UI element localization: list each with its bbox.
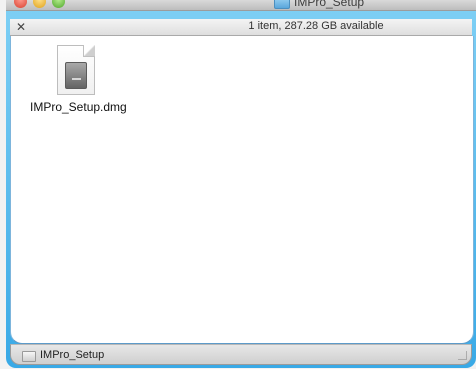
toolbar: ✕ 1 item, 287.28 GB available <box>10 19 472 36</box>
page-fold-icon <box>83 45 95 57</box>
minimize-button[interactable] <box>33 0 46 8</box>
window-title-group: IMPro_Setup <box>274 0 364 9</box>
path-bar: IMPro_Setup <box>10 344 472 365</box>
window-title: IMPro_Setup <box>294 0 365 9</box>
drive-slot-icon <box>72 78 81 80</box>
dmg-file-icon[interactable] <box>57 45 95 95</box>
disk-image-icon <box>65 62 87 89</box>
folder-icon <box>274 0 290 9</box>
title-bar[interactable]: IMPro_Setup <box>6 0 476 11</box>
close-button[interactable] <box>14 0 27 8</box>
zoom-button[interactable] <box>52 0 65 8</box>
finder-window: IMPro_Setup ✕ 1 item, 287.28 GB availabl… <box>0 0 476 369</box>
resize-grip-icon[interactable] <box>458 351 467 360</box>
status-text: 1 item, 287.28 GB available <box>248 20 384 32</box>
file-list-area[interactable]: IMPro_Setup.dmg <box>10 36 474 344</box>
path-folder-label[interactable]: IMPro_Setup <box>40 349 104 361</box>
file-name-label[interactable]: IMPro_Setup.dmg <box>30 100 150 114</box>
file-item-impro-setup[interactable]: IMPro_Setup.dmg <box>30 45 152 125</box>
folder-icon <box>22 351 36 362</box>
